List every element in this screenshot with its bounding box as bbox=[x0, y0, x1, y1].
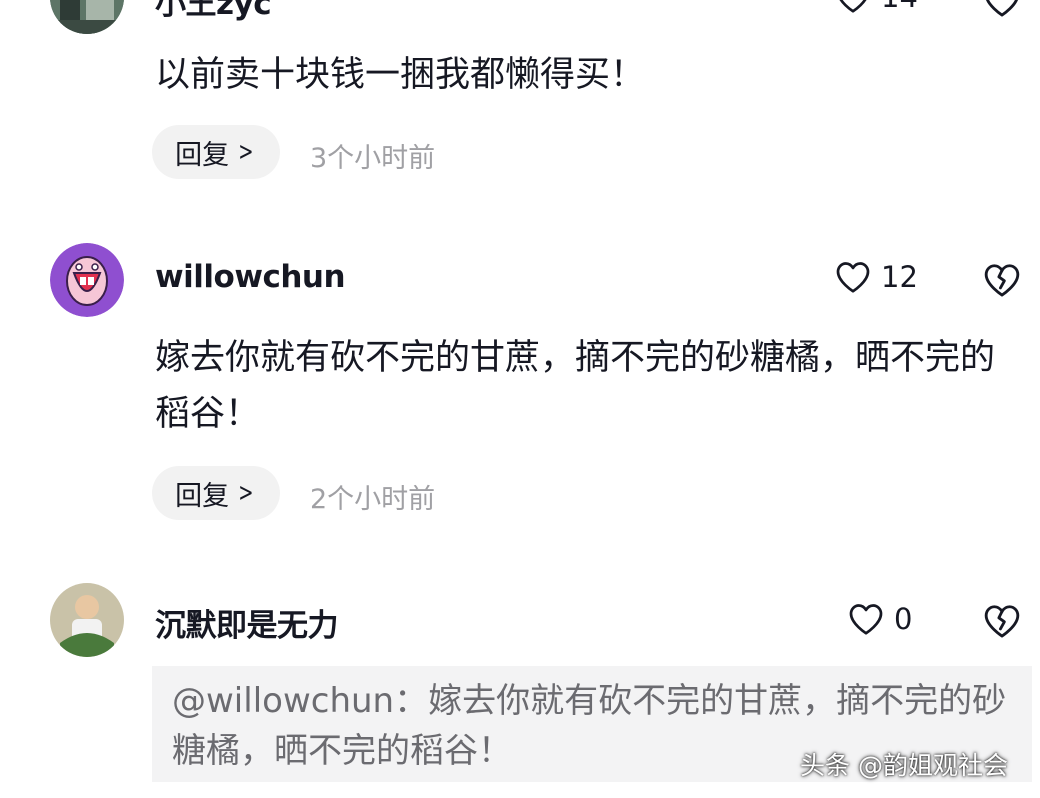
reply-label: 回复 bbox=[175, 480, 230, 512]
reply-button[interactable]: 回复 > bbox=[152, 466, 280, 520]
like-count: 0 bbox=[894, 602, 913, 636]
chevron-right-icon: > bbox=[238, 478, 254, 508]
username[interactable]: 沉默即是无力 bbox=[155, 600, 339, 645]
comment-text: 以前卖十块钱一捆我都懒得买！ bbox=[155, 55, 646, 95]
like-button[interactable]: 14 bbox=[835, 0, 918, 14]
broken-heart-icon[interactable] bbox=[983, 603, 1021, 639]
username[interactable]: willowchun bbox=[155, 259, 346, 295]
broken-heart-icon[interactable] bbox=[983, 0, 1021, 18]
timestamp: 2个小时前 bbox=[310, 484, 436, 515]
username[interactable]: 小王zyc bbox=[155, 0, 272, 23]
avatar[interactable] bbox=[50, 0, 124, 34]
timestamp: 3个小时前 bbox=[310, 143, 436, 174]
like-button[interactable]: 12 bbox=[835, 260, 918, 294]
heart-outline-icon bbox=[836, 262, 870, 293]
broken-heart-icon[interactable] bbox=[983, 262, 1021, 298]
avatar[interactable] bbox=[50, 583, 124, 657]
like-count: 12 bbox=[881, 260, 918, 294]
avatar[interactable] bbox=[50, 243, 124, 317]
heart-outline-icon bbox=[849, 604, 883, 635]
watermark: 头条 @韵姐观社会 bbox=[800, 751, 1008, 780]
heart-outline-icon bbox=[839, 0, 867, 13]
like-button[interactable]: 0 bbox=[848, 602, 912, 636]
like-count: 14 bbox=[881, 0, 918, 14]
chevron-right-icon: > bbox=[238, 137, 254, 167]
comment-text: 嫁去你就有砍不完的甘蔗，摘不完的砂糖橘，晒不完的稻谷！ bbox=[155, 338, 996, 434]
reply-button[interactable]: 回复 > bbox=[152, 125, 280, 179]
reply-label: 回复 bbox=[175, 139, 230, 171]
